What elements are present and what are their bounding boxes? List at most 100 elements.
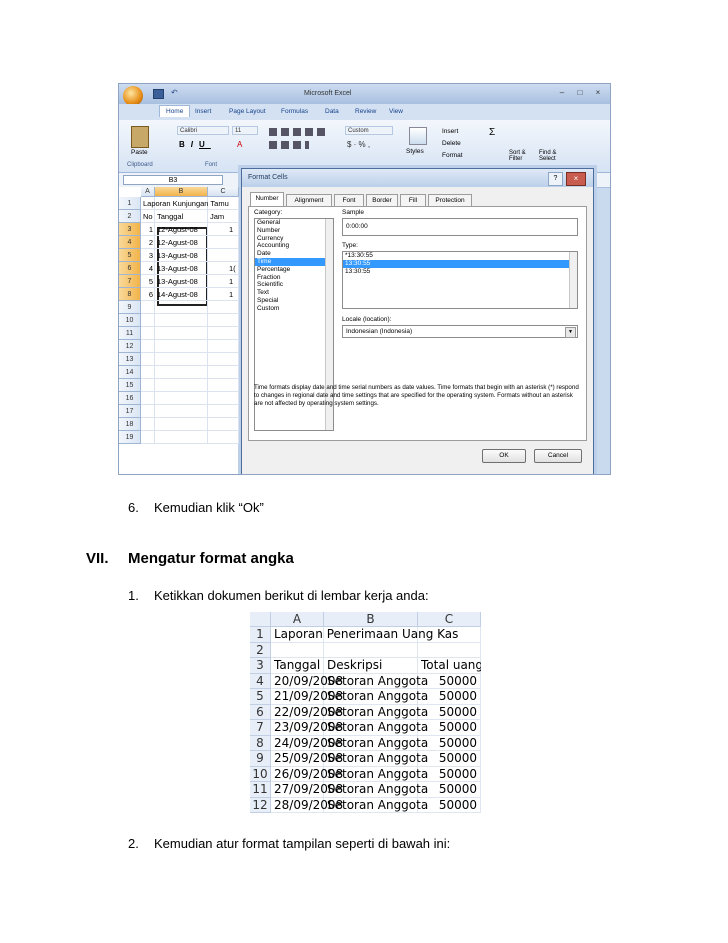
grid-cell[interactable] xyxy=(155,353,208,366)
row-header[interactable]: 10 xyxy=(250,766,271,782)
grid-cell[interactable] xyxy=(208,301,239,314)
grid-cell[interactable] xyxy=(208,418,239,431)
number-format-box[interactable]: Custom xyxy=(345,126,393,135)
grid-cell[interactable] xyxy=(141,366,155,379)
column-header[interactable]: C xyxy=(418,612,481,627)
grid-cell[interactable] xyxy=(208,314,239,327)
grid-cell[interactable] xyxy=(155,301,208,314)
font-color-icon[interactable]: A xyxy=(237,140,242,149)
column-header[interactable]: B xyxy=(324,612,418,627)
row-header[interactable]: 10 xyxy=(119,314,141,327)
styles-icon[interactable] xyxy=(409,127,427,145)
tanggal-cell[interactable]: 23/09/2008 xyxy=(271,720,343,736)
total-cell[interactable]: 50000 xyxy=(418,751,481,767)
grid-cell[interactable] xyxy=(155,379,208,392)
jam-cell[interactable]: 1 xyxy=(227,288,241,301)
grid-cell[interactable] xyxy=(418,642,481,658)
grid-cell[interactable] xyxy=(141,353,155,366)
help-icon[interactable]: ? xyxy=(548,172,563,186)
grid-cell[interactable] xyxy=(208,405,239,418)
close-window-icon[interactable]: × xyxy=(591,88,605,98)
tanggal-cell[interactable]: 22/09/2008 xyxy=(271,705,343,721)
save-icon[interactable] xyxy=(153,89,164,99)
grid-cell[interactable] xyxy=(208,340,239,353)
row-header[interactable]: 4 xyxy=(119,236,141,249)
total-cell[interactable]: 50000 xyxy=(418,798,481,814)
grid-cell[interactable] xyxy=(208,392,239,405)
ribbon-tab-data[interactable]: Data xyxy=(325,108,339,115)
undo-icon[interactable]: ↶ xyxy=(171,89,179,97)
sum-icon[interactable]: Σ xyxy=(489,127,495,138)
header-cell[interactable]: Jam xyxy=(208,210,239,223)
font-name-box[interactable]: Calibri xyxy=(177,126,229,135)
no-cell[interactable]: 5 xyxy=(141,275,155,288)
deskripsi-cell[interactable]: Setoran Anggota xyxy=(324,751,428,767)
category-item[interactable]: Scientific xyxy=(255,281,325,289)
tanggal-cell[interactable]: 24/09/2008 xyxy=(271,736,343,752)
total-cell[interactable]: 50000 xyxy=(418,674,481,690)
ribbon-tab-page-layout[interactable]: Page Layout xyxy=(229,108,266,115)
jam-cell[interactable]: 1( xyxy=(227,262,241,275)
type-item[interactable]: 13:30:55 xyxy=(343,268,571,276)
deskripsi-cell[interactable]: Setoran Anggota xyxy=(324,674,428,690)
type-list[interactable]: *13:30:55 13:30:55 13:30:55 xyxy=(342,251,578,309)
indent-icons[interactable] xyxy=(269,141,309,149)
row-header[interactable]: 19 xyxy=(119,431,141,444)
grid-cell[interactable] xyxy=(141,314,155,327)
find-select-button[interactable]: Find & Select xyxy=(539,150,571,162)
tanggal-cell[interactable]: 12-Agust-08 xyxy=(155,236,208,249)
grid-cell[interactable] xyxy=(208,353,239,366)
total-cell[interactable]: 50000 xyxy=(418,782,481,798)
jam-cell[interactable]: 1 xyxy=(227,275,241,288)
grid-cell[interactable] xyxy=(155,392,208,405)
tab-alignment[interactable]: Alignment xyxy=(286,194,332,206)
maximize-icon[interactable]: □ xyxy=(573,88,587,98)
currency-icons[interactable]: $ · % , xyxy=(347,140,370,149)
grid-cell[interactable] xyxy=(155,418,208,431)
jam-cell[interactable] xyxy=(227,249,241,262)
tab-protection[interactable]: Protection xyxy=(428,194,472,206)
grid-cell[interactable] xyxy=(208,366,239,379)
title-cell[interactable]: Laporan Kunjungan Tamu xyxy=(141,197,241,210)
tab-border[interactable]: Border xyxy=(366,194,398,206)
minimize-icon[interactable]: – xyxy=(555,88,569,98)
grid-cell[interactable] xyxy=(141,340,155,353)
jam-cell[interactable]: 1 xyxy=(227,223,241,236)
sort-filter-button[interactable]: Sort & Filter xyxy=(509,150,539,162)
deskripsi-cell[interactable]: Setoran Anggota xyxy=(324,720,428,736)
ok-button[interactable]: OK xyxy=(482,449,526,463)
row-header[interactable]: 7 xyxy=(119,275,141,288)
tanggal-cell[interactable]: 14-Agust-08 xyxy=(155,288,208,301)
grid-cell[interactable] xyxy=(141,327,155,340)
grid-cell[interactable] xyxy=(155,366,208,379)
category-item[interactable]: Text xyxy=(255,289,325,297)
grid-cell[interactable] xyxy=(155,431,208,444)
type-item[interactable]: *13:30:55 xyxy=(343,252,571,260)
tanggal-cell[interactable]: 21/09/2008 xyxy=(271,689,343,705)
row-header[interactable]: 11 xyxy=(119,327,141,340)
type-item[interactable]: 13:30:55 xyxy=(343,259,571,268)
locale-select[interactable]: Indonesian (Indonesia) ▼ xyxy=(342,325,578,338)
row-header[interactable]: 12 xyxy=(250,797,271,813)
total-cell[interactable]: 50000 xyxy=(418,720,481,736)
type-scrollbar[interactable] xyxy=(569,252,577,308)
column-header[interactable]: A xyxy=(271,612,324,627)
row-header[interactable]: 18 xyxy=(119,418,141,431)
tanggal-cell[interactable]: 13-Agust-08 xyxy=(155,249,208,262)
category-item[interactable]: Special xyxy=(255,297,325,305)
row-header[interactable]: 8 xyxy=(250,735,271,751)
grid-cell[interactable] xyxy=(141,418,155,431)
category-item[interactable]: Fraction xyxy=(255,274,325,282)
align-icons[interactable] xyxy=(269,128,327,136)
grid-cell[interactable] xyxy=(141,301,155,314)
total-cell[interactable]: 50000 xyxy=(418,689,481,705)
tanggal-cell[interactable]: 12-Agust-08 xyxy=(155,223,208,236)
no-cell[interactable]: 1 xyxy=(141,223,155,236)
no-cell[interactable]: 2 xyxy=(141,236,155,249)
header-cell[interactable]: Deskripsi xyxy=(324,658,418,674)
ribbon-tab-view[interactable]: View xyxy=(389,108,403,115)
tab-fill[interactable]: Fill xyxy=(400,194,426,206)
grid-cell[interactable] xyxy=(141,405,155,418)
grid-cell[interactable] xyxy=(271,642,324,658)
grid-cell[interactable] xyxy=(324,642,418,658)
